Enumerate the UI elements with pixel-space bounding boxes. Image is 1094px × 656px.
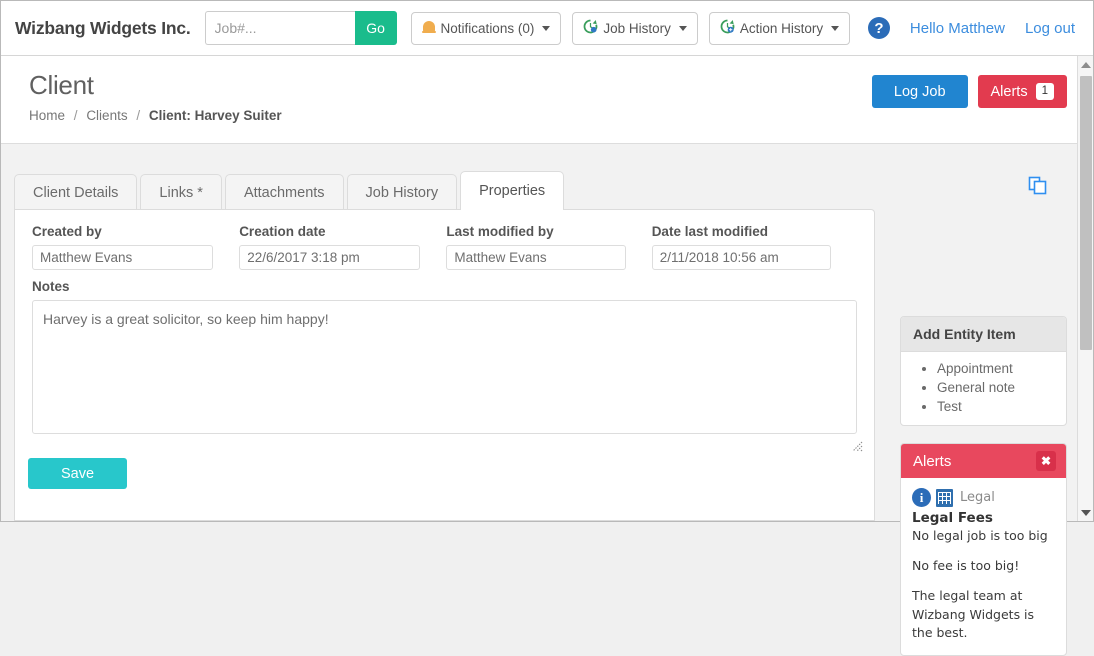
alerts-card-title: Alerts [913, 452, 952, 470]
job-search-group: Go [204, 11, 397, 45]
greeting-link[interactable]: Hello Matthew [910, 20, 1005, 37]
breadcrumb-clients[interactable]: Clients [86, 108, 127, 123]
tab-client-details[interactable]: Client Details [14, 174, 138, 210]
alerts-card: Alerts ✖ i Legal Legal Fees No legal job… [900, 443, 1067, 656]
created-by-field: Created by [32, 224, 214, 270]
creation-date-input[interactable] [239, 245, 421, 270]
copy-icon[interactable] [1028, 176, 1048, 201]
brand-title: Wizbang Widgets Inc. [15, 17, 191, 38]
scroll-down-arrow-icon[interactable] [1078, 504, 1094, 521]
last-modified-by-label: Last modified by [446, 224, 554, 239]
alerts-button[interactable]: Alerts 1 [977, 75, 1067, 108]
alert-paragraph: No legal job is too big [912, 528, 1048, 544]
history-icon [583, 19, 598, 37]
list-item[interactable]: General note [937, 378, 1056, 397]
alert-meta-row: i Legal [912, 488, 1055, 508]
alert-paragraph: The legal team at Wizbang Widgets is the… [912, 587, 1035, 641]
alert-heading: Legal Fees [912, 510, 993, 527]
history-add-icon [720, 19, 735, 37]
top-navbar: Wizbang Widgets Inc. Go Notifications (0… [1, 1, 1093, 56]
tab-bar: Client Details Links * Attachments Job H… [14, 171, 567, 210]
alert-paragraph: No fee is too big! [912, 558, 1020, 574]
date-last-modified-field: Date last modified [651, 224, 831, 270]
breadcrumb-home[interactable]: Home [29, 108, 65, 123]
breadcrumb-separator: / [73, 108, 78, 123]
action-history-dropdown[interactable]: Action History [708, 11, 851, 45]
creation-date-label: Creation date [239, 224, 326, 239]
application-window: Wizbang Widgets Inc. Go Notifications (0… [0, 0, 1094, 656]
bell-icon [421, 20, 436, 36]
last-modified-by-field: Last modified by [446, 224, 626, 270]
tab-links[interactable]: Links * [140, 174, 222, 210]
alerts-button-label: Alerts [990, 83, 1028, 100]
info-icon: i [912, 488, 931, 508]
properties-panel: Created by Creation date Last modified b… [14, 209, 875, 521]
notes-textarea[interactable]: Harvey is a great solicitor, so keep him… [32, 300, 857, 434]
close-icon[interactable]: ✖ [1036, 451, 1056, 472]
scrollbar-thumb[interactable] [1080, 76, 1092, 350]
navbar-right-group: ? Hello Matthew Log out [867, 17, 1079, 39]
chevron-down-icon [678, 25, 687, 31]
go-button[interactable]: Go [354, 11, 397, 45]
last-modified-by-input[interactable] [446, 245, 626, 270]
add-entity-item-title: Add Entity Item [901, 317, 1066, 352]
tab-job-history[interactable]: Job History [346, 174, 458, 210]
breadcrumb-separator: / [136, 108, 141, 123]
vertical-scrollbar[interactable] [1077, 56, 1093, 521]
notifications-label: Notifications (0) [440, 20, 535, 36]
date-last-modified-label: Date last modified [651, 224, 768, 239]
add-entity-item-card: Add Entity Item Appointment General note… [900, 316, 1067, 427]
alerts-count-badge: 1 [1035, 82, 1054, 101]
created-by-label: Created by [32, 224, 102, 239]
properties-field-row: Created by Creation date Last modified b… [15, 210, 874, 270]
alert-category: Legal [960, 490, 995, 506]
tab-attachments[interactable]: Attachments [224, 174, 344, 210]
page-body: Client Details Links * Attachments Job H… [1, 145, 1079, 656]
help-icon[interactable]: ? [867, 17, 890, 39]
alerts-card-body: i Legal Legal Fees No legal job is too b… [901, 478, 1066, 655]
list-item[interactable]: Test [937, 397, 1056, 416]
building-icon [936, 488, 953, 507]
job-history-dropdown[interactable]: Job History [572, 11, 698, 45]
list-item[interactable]: Appointment [937, 359, 1056, 378]
save-button[interactable]: Save [28, 458, 127, 489]
notes-block: Notes Harvey is a great solicitor, so ke… [15, 270, 874, 439]
created-by-input[interactable] [32, 245, 214, 270]
add-entity-item-list: Appointment General note Test [911, 359, 1056, 416]
action-history-label: Action History [739, 20, 824, 36]
job-history-label: Job History [603, 20, 671, 36]
page-action-buttons: Log Job Alerts 1 [871, 75, 1067, 108]
notifications-dropdown[interactable]: Notifications (0) [410, 11, 562, 45]
alerts-card-header: Alerts ✖ [901, 444, 1066, 479]
job-search-input[interactable] [204, 11, 355, 45]
log-job-button[interactable]: Log Job [871, 75, 968, 108]
logout-link[interactable]: Log out [1025, 20, 1075, 37]
date-last-modified-input[interactable] [651, 245, 831, 270]
creation-date-field: Creation date [239, 224, 421, 270]
add-entity-item-body: Appointment General note Test [901, 352, 1066, 425]
breadcrumb: Home / Clients / Client: Harvey Suiter [29, 108, 1059, 123]
chevron-down-icon [542, 25, 551, 31]
breadcrumb-current: Client: Harvey Suiter [148, 108, 282, 123]
save-button-wrapper: Save [15, 439, 874, 489]
tab-properties[interactable]: Properties [460, 171, 565, 210]
scroll-up-arrow-icon[interactable] [1078, 56, 1094, 73]
notes-label: Notes [32, 279, 70, 294]
sidebar: Add Entity Item Appointment General note… [900, 316, 1067, 656]
chevron-down-icon [831, 25, 840, 31]
